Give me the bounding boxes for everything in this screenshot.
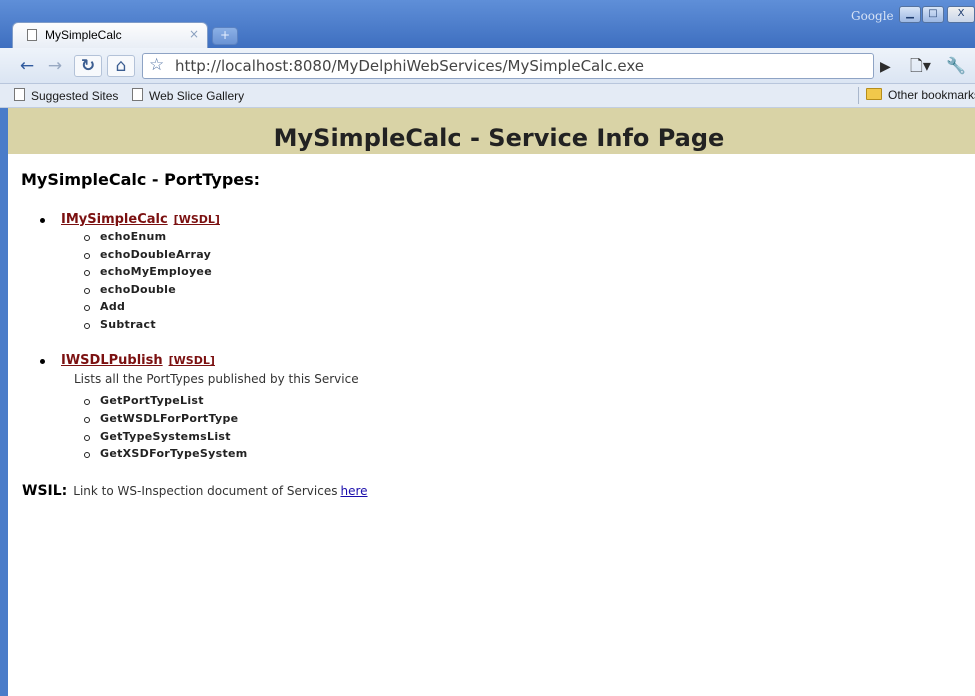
circle-bullet [84,253,90,259]
address-bar[interactable]: ☆ http://localhost:8080/MyDelphiWebServi… [142,53,874,79]
maximize-button[interactable]: □ [922,6,944,23]
porttype-link[interactable]: IMySimpleCalc [61,212,168,227]
go-arrow-icon[interactable]: ▶ [880,56,891,78]
page-icon [132,88,143,101]
bookmark-separator [858,87,859,104]
title-bar: MySimpleCalc × + Google ▁ □ X [0,0,975,48]
operation-label: GetPortTypeList [100,394,204,407]
tab-title: MySimpleCalc [45,28,122,42]
operation-label: GetXSDForTypeSystem [100,447,248,460]
page-menu-icon[interactable]: 🗋▾ [910,55,931,77]
operation-label: echoDoubleArray [100,248,212,261]
porttype-link[interactable]: IWSDLPublish [61,353,163,368]
page-banner: MySimpleCalc - Service Info Page [8,108,975,154]
operation-label: Add [100,300,126,313]
bookmarks-bar: Suggested Sites Web Slice Gallery Other … [0,84,975,108]
wsil-label: WSIL: [22,483,68,499]
operation-label: GetTypeSystemsList [100,430,231,443]
circle-bullet [84,235,90,241]
back-arrow-icon[interactable]: ← [16,55,38,77]
operation-label: echoEnum [100,230,167,243]
porttype-description: Lists all the PortTypes published by thi… [74,372,359,386]
browser-window: MySimpleCalc × + Google ▁ □ X ← → ↻ ⌂ ☆ … [0,0,975,696]
porttype-row: IWSDLPublish [WSDL] [61,353,215,368]
circle-bullet [84,323,90,329]
close-tab-icon[interactable]: × [189,27,199,41]
porttypes-heading: MySimpleCalc - PortTypes: [21,170,261,189]
bookmark-suggested-sites[interactable]: Suggested Sites [14,88,118,103]
wsil-here-link[interactable]: here [340,484,367,498]
page-viewport: MySimpleCalc - Service Info Page MySimpl… [8,108,975,696]
google-brand: Google [851,9,894,23]
wsdl-link[interactable]: [WSDL] [174,213,220,226]
folder-icon [866,88,882,100]
new-tab-button[interactable]: + [212,27,238,45]
wrench-menu-icon[interactable]: 🔧 [946,55,966,77]
bullet [40,218,45,223]
wsil-text: Link to WS-Inspection document of Servic… [73,484,338,498]
operation-label: GetWSDLForPortType [100,412,239,425]
other-bookmarks[interactable]: Other bookmarks [866,88,975,102]
forward-arrow-icon[interactable]: → [44,55,66,77]
wsil-section: WSIL: Link to WS-Inspection document of S… [22,480,368,499]
circle-bullet [84,270,90,276]
tab-mysimplecalc[interactable]: MySimpleCalc × [12,22,208,48]
circle-bullet [84,452,90,458]
porttype-row: IMySimpleCalc [WSDL] [61,212,220,227]
circle-bullet [84,399,90,405]
circle-bullet [84,417,90,423]
operation-label: Subtract [100,318,156,331]
circle-bullet [84,435,90,441]
home-icon[interactable]: ⌂ [107,55,135,77]
circle-bullet [84,305,90,311]
circle-bullet [84,288,90,294]
other-bookmarks-label: Other bookmarks [888,88,975,102]
wsdl-link[interactable]: [WSDL] [169,354,215,367]
page-icon [14,88,25,101]
browser-toolbar: ← → ↻ ⌂ ☆ http://localhost:8080/MyDelphi… [0,48,975,84]
minimize-button[interactable]: ▁ [899,6,921,23]
operation-label: echoDouble [100,283,176,296]
bookmark-label: Suggested Sites [31,89,119,103]
close-window-button[interactable]: X [947,6,975,23]
bullet [40,359,45,364]
page-title: MySimpleCalc - Service Info Page [273,124,725,152]
bookmark-web-slice-gallery[interactable]: Web Slice Gallery [132,88,244,103]
reload-icon[interactable]: ↻ [74,55,102,77]
url-text[interactable]: http://localhost:8080/MyDelphiWebService… [175,57,644,75]
operation-label: echoMyEmployee [100,265,212,278]
bookmark-label: Web Slice Gallery [149,89,245,103]
page-icon [27,29,37,41]
bookmark-star-icon[interactable]: ☆ [149,55,164,75]
